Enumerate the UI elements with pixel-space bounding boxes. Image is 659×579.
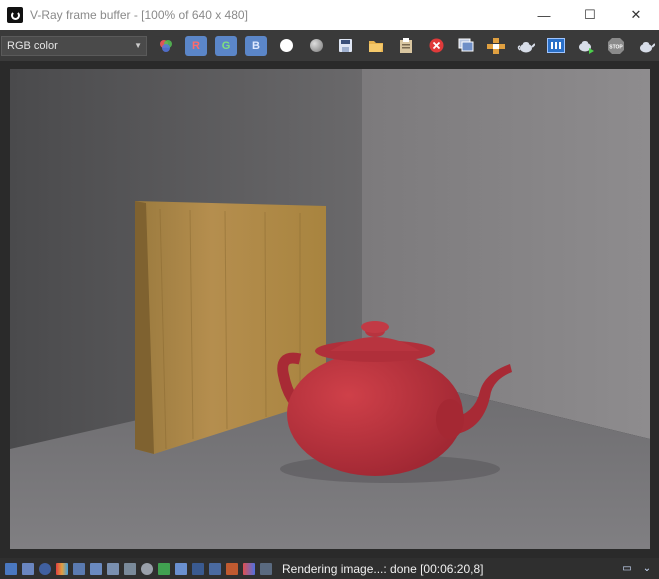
red-channel-label: R bbox=[185, 35, 207, 56]
compare-v-icon[interactable] bbox=[226, 562, 238, 575]
maximize-button[interactable]: ☐ bbox=[567, 0, 613, 30]
chevron-down-icon: ▼ bbox=[134, 41, 142, 50]
save-icon[interactable] bbox=[335, 35, 357, 57]
blue-channel-button[interactable]: B bbox=[245, 35, 267, 57]
status-controls: ▭ ⌄ bbox=[621, 562, 653, 574]
blue-channel-label: B bbox=[245, 35, 267, 56]
mono-icon[interactable] bbox=[275, 35, 297, 57]
red-channel-button[interactable]: R bbox=[185, 35, 207, 57]
region-render-icon[interactable] bbox=[485, 35, 507, 57]
channel-select-value: RGB color bbox=[7, 39, 58, 52]
stop-icon[interactable]: STOP bbox=[605, 35, 627, 57]
title-bar: V-Ray frame buffer - [100% of 640 x 480]… bbox=[0, 0, 659, 30]
hsl-icon[interactable] bbox=[73, 562, 85, 575]
vray-logo-icon bbox=[7, 7, 23, 23]
open-icon[interactable] bbox=[365, 35, 387, 57]
panel-toggle-icon[interactable]: ▭ bbox=[621, 562, 633, 574]
rendered-image bbox=[10, 69, 650, 549]
histogram-icon[interactable] bbox=[107, 562, 119, 575]
lut-curve-icon[interactable] bbox=[175, 562, 187, 575]
alpha-icon[interactable] bbox=[305, 35, 327, 57]
window-controls: — ☐ ✕ bbox=[521, 0, 659, 30]
window-title: V-Ray frame buffer - [100% of 640 x 480] bbox=[30, 8, 248, 22]
green-channel-label: G bbox=[215, 35, 237, 56]
compare-h-icon[interactable] bbox=[209, 562, 221, 575]
layers-icon[interactable] bbox=[22, 562, 34, 575]
close-button[interactable]: ✕ bbox=[613, 0, 659, 30]
toolbar: RGB color ▼ R G B STOP bbox=[0, 30, 659, 61]
pixel-aspect-icon[interactable] bbox=[260, 562, 272, 575]
minimize-button[interactable]: — bbox=[521, 0, 567, 30]
render-elements-icon[interactable] bbox=[545, 35, 567, 57]
color-correction-icon[interactable] bbox=[56, 562, 68, 575]
interactive-render-icon[interactable] bbox=[575, 35, 597, 57]
exposure-icon[interactable] bbox=[141, 562, 153, 575]
teapot-render-icon[interactable] bbox=[515, 35, 537, 57]
color-channels-icon[interactable] bbox=[155, 35, 177, 57]
teapot-icon[interactable] bbox=[635, 35, 657, 57]
lut-icon[interactable] bbox=[192, 562, 204, 575]
channel-select[interactable]: RGB color ▼ bbox=[1, 35, 147, 56]
levels-icon[interactable] bbox=[90, 562, 102, 575]
srgb-icon[interactable] bbox=[243, 562, 255, 575]
clipboard-icon[interactable] bbox=[395, 35, 417, 57]
svg-text:STOP: STOP bbox=[609, 44, 623, 50]
clear-icon[interactable] bbox=[425, 35, 447, 57]
background-icon[interactable] bbox=[158, 562, 170, 575]
image-viewport[interactable] bbox=[0, 61, 659, 558]
info-icon[interactable] bbox=[39, 562, 51, 575]
vfb-window: V-Ray frame buffer - [100% of 640 x 480]… bbox=[0, 0, 659, 579]
vfb-history-icon[interactable] bbox=[455, 35, 477, 57]
status-text: Rendering image...: done [00:06:20,8] bbox=[282, 561, 484, 576]
green-channel-button[interactable]: G bbox=[215, 35, 237, 57]
curves-icon[interactable] bbox=[124, 562, 136, 575]
vfb-icon[interactable] bbox=[5, 562, 17, 575]
expand-down-icon[interactable]: ⌄ bbox=[641, 562, 653, 574]
status-bar: Rendering image...: done [00:06:20,8] ▭ … bbox=[0, 558, 659, 579]
